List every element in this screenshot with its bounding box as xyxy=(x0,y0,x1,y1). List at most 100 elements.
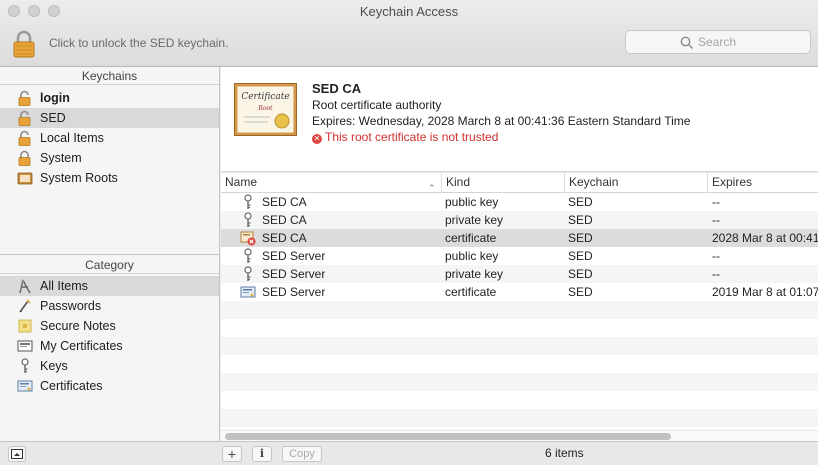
search-icon xyxy=(680,36,694,50)
toggle-sidebar-button[interactable] xyxy=(8,446,26,462)
note-icon xyxy=(18,319,32,333)
trust-warning-text: This root certificate is not trusted xyxy=(325,130,499,144)
cell-name: SED Server xyxy=(262,249,326,263)
table-row[interactable]: SED Server private key SED -- xyxy=(221,265,818,283)
sidebar-item-local-items[interactable]: Local Items xyxy=(0,128,219,148)
cell-keychain: SED xyxy=(568,285,593,299)
cell-expires: 2028 Mar 8 at 00:41:36 xyxy=(712,231,818,245)
sidebar-item-label: All Items xyxy=(40,279,88,293)
table-row[interactable]: SED Server public key SED -- xyxy=(221,247,818,265)
item-name: SED CA xyxy=(312,81,362,96)
my-cert-icon xyxy=(17,340,33,352)
add-item-button[interactable]: + xyxy=(222,446,242,462)
sidebar-item-system[interactable]: System xyxy=(0,148,219,168)
key-icon xyxy=(244,212,252,227)
sidebar-item-label: System Roots xyxy=(40,171,118,185)
sidebar-item-secure-notes[interactable]: Secure Notes xyxy=(0,316,219,336)
sidebar-item-label: Keys xyxy=(40,359,68,373)
cell-expires: 2019 Mar 8 at 01:07:50 xyxy=(712,285,818,299)
certificate-preview-icon: Certificate Root xyxy=(234,83,297,136)
empty-row xyxy=(221,301,818,319)
column-label: Expires xyxy=(712,175,753,189)
certificate-icon xyxy=(240,286,256,298)
column-label: Keychain xyxy=(569,175,619,189)
cell-kind: public key xyxy=(445,249,499,263)
empty-row xyxy=(221,337,818,355)
toolbar: Keychain Access Click to unlock the SED … xyxy=(0,0,818,67)
certificate-icon xyxy=(17,380,33,392)
cell-kind: private key xyxy=(445,213,504,227)
key-icon xyxy=(21,358,29,373)
column-header-name[interactable]: Name ⌃ xyxy=(221,173,442,193)
cell-kind: public key xyxy=(445,195,499,209)
cell-expires: -- xyxy=(712,195,720,209)
sidebar-item-system-roots[interactable]: System Roots xyxy=(0,168,219,188)
sidebar-item-label: Certificates xyxy=(40,379,103,393)
sidebar-divider[interactable] xyxy=(0,254,219,255)
window-title: Keychain Access xyxy=(359,4,459,19)
sidebar: Keychains login SED Local Items System S… xyxy=(0,67,220,441)
column-header-expires[interactable]: Expires xyxy=(708,173,818,193)
search-field[interactable] xyxy=(625,30,811,54)
cell-name: SED CA xyxy=(262,195,307,209)
sidebar-item-all-items[interactable]: All Items xyxy=(0,276,219,296)
empty-row xyxy=(221,409,818,427)
horizontal-scrollbar[interactable] xyxy=(221,430,818,441)
cert-image-sub: Root xyxy=(257,105,273,112)
empty-row xyxy=(221,355,818,373)
lock-icon xyxy=(18,150,31,166)
item-expiry: Expires: Wednesday, 2028 March 8 at 00:4… xyxy=(312,114,691,128)
password-icon xyxy=(19,299,31,313)
sidebar-item-label: My Certificates xyxy=(40,339,123,353)
cell-expires: -- xyxy=(712,267,720,281)
sidebar-item-label: SED xyxy=(40,111,66,125)
sidebar-item-label: login xyxy=(40,91,70,105)
sidebar-item-sed[interactable]: SED xyxy=(0,108,219,128)
sidebar-toggle-icon xyxy=(11,449,23,459)
cell-kind: certificate xyxy=(445,231,497,245)
key-icon xyxy=(244,248,252,263)
folder-icon xyxy=(17,172,33,185)
scrollbar-thumb[interactable] xyxy=(225,433,671,440)
table-row[interactable]: SED CA certificate SED 2028 Mar 8 at 00:… xyxy=(221,229,818,247)
unlock-hint[interactable]: Click to unlock the SED keychain. xyxy=(49,36,228,50)
table-row[interactable]: SED CA private key SED -- xyxy=(221,211,818,229)
keychains-header: Keychains xyxy=(0,67,219,85)
search-input[interactable] xyxy=(698,35,798,49)
sidebar-item-label: Secure Notes xyxy=(40,319,116,333)
sidebar-item-keys[interactable]: Keys xyxy=(0,356,219,376)
copy-button[interactable]: Copy xyxy=(282,446,322,462)
cell-keychain: SED xyxy=(568,213,593,227)
sidebar-item-login[interactable]: login xyxy=(0,88,219,108)
info-button[interactable]: i xyxy=(252,446,272,462)
sidebar-item-label: Passwords xyxy=(40,299,102,313)
column-header-kind[interactable]: Kind xyxy=(442,173,565,193)
all-items-icon xyxy=(19,279,31,294)
table-row[interactable]: SED CA public key SED -- xyxy=(221,193,818,211)
lock-open-icon xyxy=(18,110,31,126)
cell-name: SED CA xyxy=(262,213,307,227)
cell-expires: -- xyxy=(712,213,720,227)
cell-keychain: SED xyxy=(568,249,593,263)
key-icon xyxy=(244,266,252,281)
item-type: Root certificate authority xyxy=(312,98,442,112)
column-label: Name xyxy=(225,175,258,189)
table-row[interactable]: SED Server certificate SED 2019 Mar 8 at… xyxy=(221,283,818,301)
cell-name: SED Server xyxy=(262,285,326,299)
untrusted-certificate-icon xyxy=(240,231,256,246)
lock-open-icon xyxy=(18,130,31,146)
category-header: Category xyxy=(0,256,219,274)
lock-icon[interactable] xyxy=(12,30,36,58)
empty-row xyxy=(221,319,818,337)
sidebar-item-my-certificates[interactable]: My Certificates xyxy=(0,336,219,356)
error-icon: ✕ xyxy=(312,134,322,144)
column-header-keychain[interactable]: Keychain xyxy=(565,173,708,193)
cell-name: SED CA xyxy=(262,231,307,245)
bottom-bar: + i Copy 6 items xyxy=(0,441,818,465)
cell-name: SED Server xyxy=(262,267,326,281)
column-label: Kind xyxy=(446,175,471,189)
item-count: 6 items xyxy=(545,446,584,460)
trust-warning: ✕ This root certificate is not trusted xyxy=(312,130,498,144)
sidebar-item-passwords[interactable]: Passwords xyxy=(0,296,219,316)
sidebar-item-certificates[interactable]: Certificates xyxy=(0,376,219,396)
